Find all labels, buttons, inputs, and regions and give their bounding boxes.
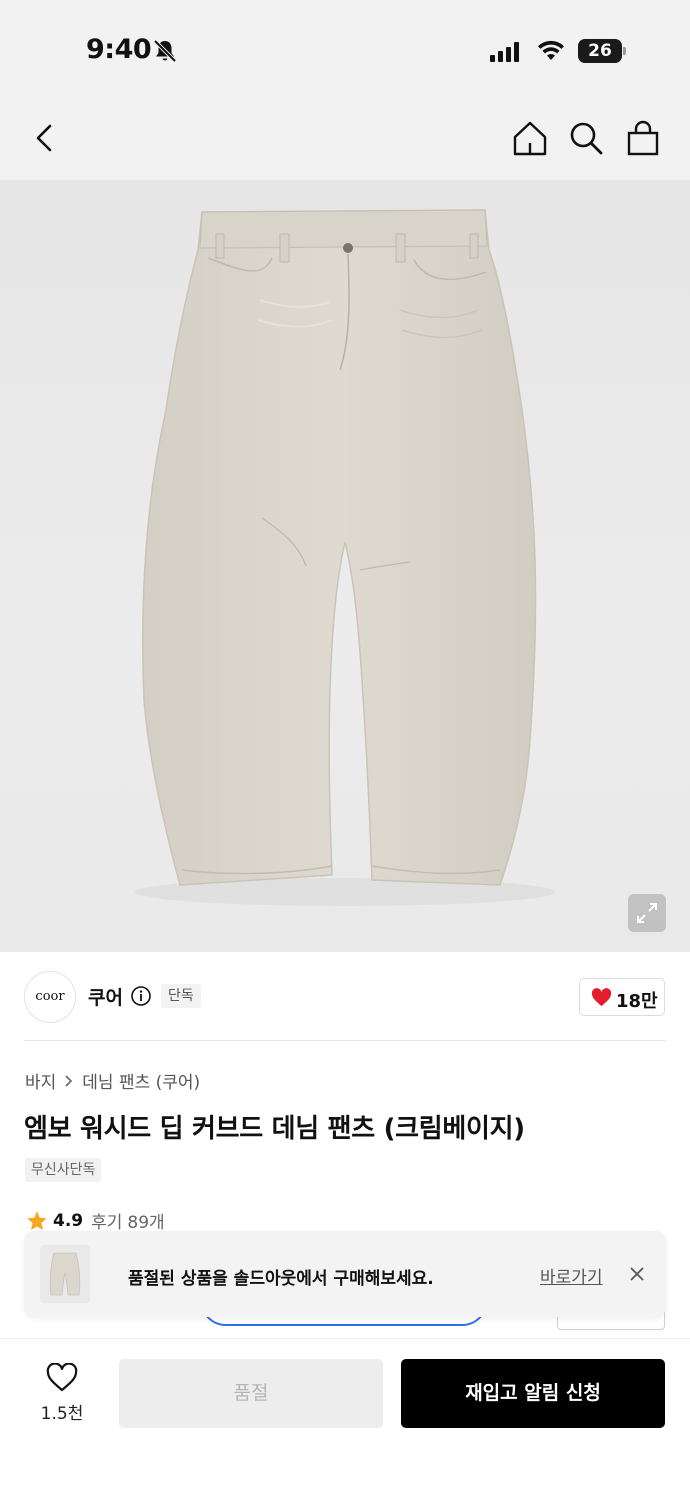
toast-shortcut-link[interactable]: 바로가기 <box>540 1263 603 1288</box>
close-icon[interactable] <box>628 1265 646 1283</box>
toast-thumbnail <box>40 1245 90 1303</box>
review-label: 후기 <box>91 1213 123 1233</box>
product-image[interactable] <box>0 180 690 952</box>
status-bar: 9:40 26 <box>0 0 690 100</box>
expand-image-button[interactable] <box>628 894 666 932</box>
top-nav <box>0 100 690 180</box>
exclusive-tag: 무신사단독 <box>25 1158 102 1182</box>
chevron-right-icon <box>65 1074 73 1087</box>
divider <box>24 1040 666 1041</box>
brand-row: coor 쿠어 단독 18만 <box>0 952 690 1042</box>
product-title: 엠보 워시드 딥 커브드 데님 팬츠 (크림베이지) <box>24 1114 525 1144</box>
like-count: 18만 <box>616 991 658 1012</box>
rating-score: 4.9 <box>53 1210 84 1231</box>
rating-row[interactable]: 4.9 후기 89개 <box>26 1208 165 1233</box>
info-icon[interactable] <box>130 985 152 1007</box>
battery-icon: 26 <box>578 39 626 63</box>
status-time: 9:40 <box>86 34 152 65</box>
back-arrow-icon[interactable] <box>24 118 64 158</box>
breadcrumb-category[interactable]: 바지 <box>25 1068 56 1093</box>
soldout-toast: 품절된 상품을 솔드아웃에서 구매해보세요. 바로가기 <box>24 1231 666 1317</box>
review-count: 89개 <box>127 1213 165 1233</box>
battery-level: 26 <box>578 39 622 63</box>
soldout-button: 품절 <box>119 1359 383 1428</box>
signal-icon <box>490 42 519 62</box>
toast-message: 품절된 상품을 솔드아웃에서 구매해보세요. <box>128 1269 434 1289</box>
search-icon[interactable] <box>566 118 606 158</box>
brand-logo[interactable]: coor <box>24 971 76 1023</box>
exclusive-badge: 단독 <box>161 984 201 1008</box>
star-icon <box>27 1210 47 1230</box>
bottom-action-bar: 1.5천 품절 재입고 알림 신청 <box>0 1338 690 1500</box>
like-button[interactable]: 18만 <box>579 978 665 1016</box>
home-icon[interactable] <box>510 118 550 158</box>
wifi-icon <box>538 40 564 60</box>
battery-tip <box>623 47 626 55</box>
brand-name[interactable]: 쿠어 <box>88 983 123 1010</box>
breadcrumb: 바지 데님 팬츠 (쿠어) <box>25 1068 200 1093</box>
restock-alert-button[interactable]: 재입고 알림 신청 <box>401 1359 665 1428</box>
wishlist-count: 1.5천 <box>40 1404 84 1424</box>
breadcrumb-subcategory[interactable]: 데님 팬츠 (쿠어) <box>82 1068 200 1093</box>
heart-filled-icon <box>591 988 612 1007</box>
pants-illustration <box>135 209 555 906</box>
heart-outline-icon[interactable] <box>46 1363 78 1392</box>
expand-icon <box>637 903 657 923</box>
pants-thumbnail <box>49 1252 81 1296</box>
bell-off-icon <box>153 39 177 63</box>
shopping-bag-icon[interactable] <box>623 118 663 158</box>
